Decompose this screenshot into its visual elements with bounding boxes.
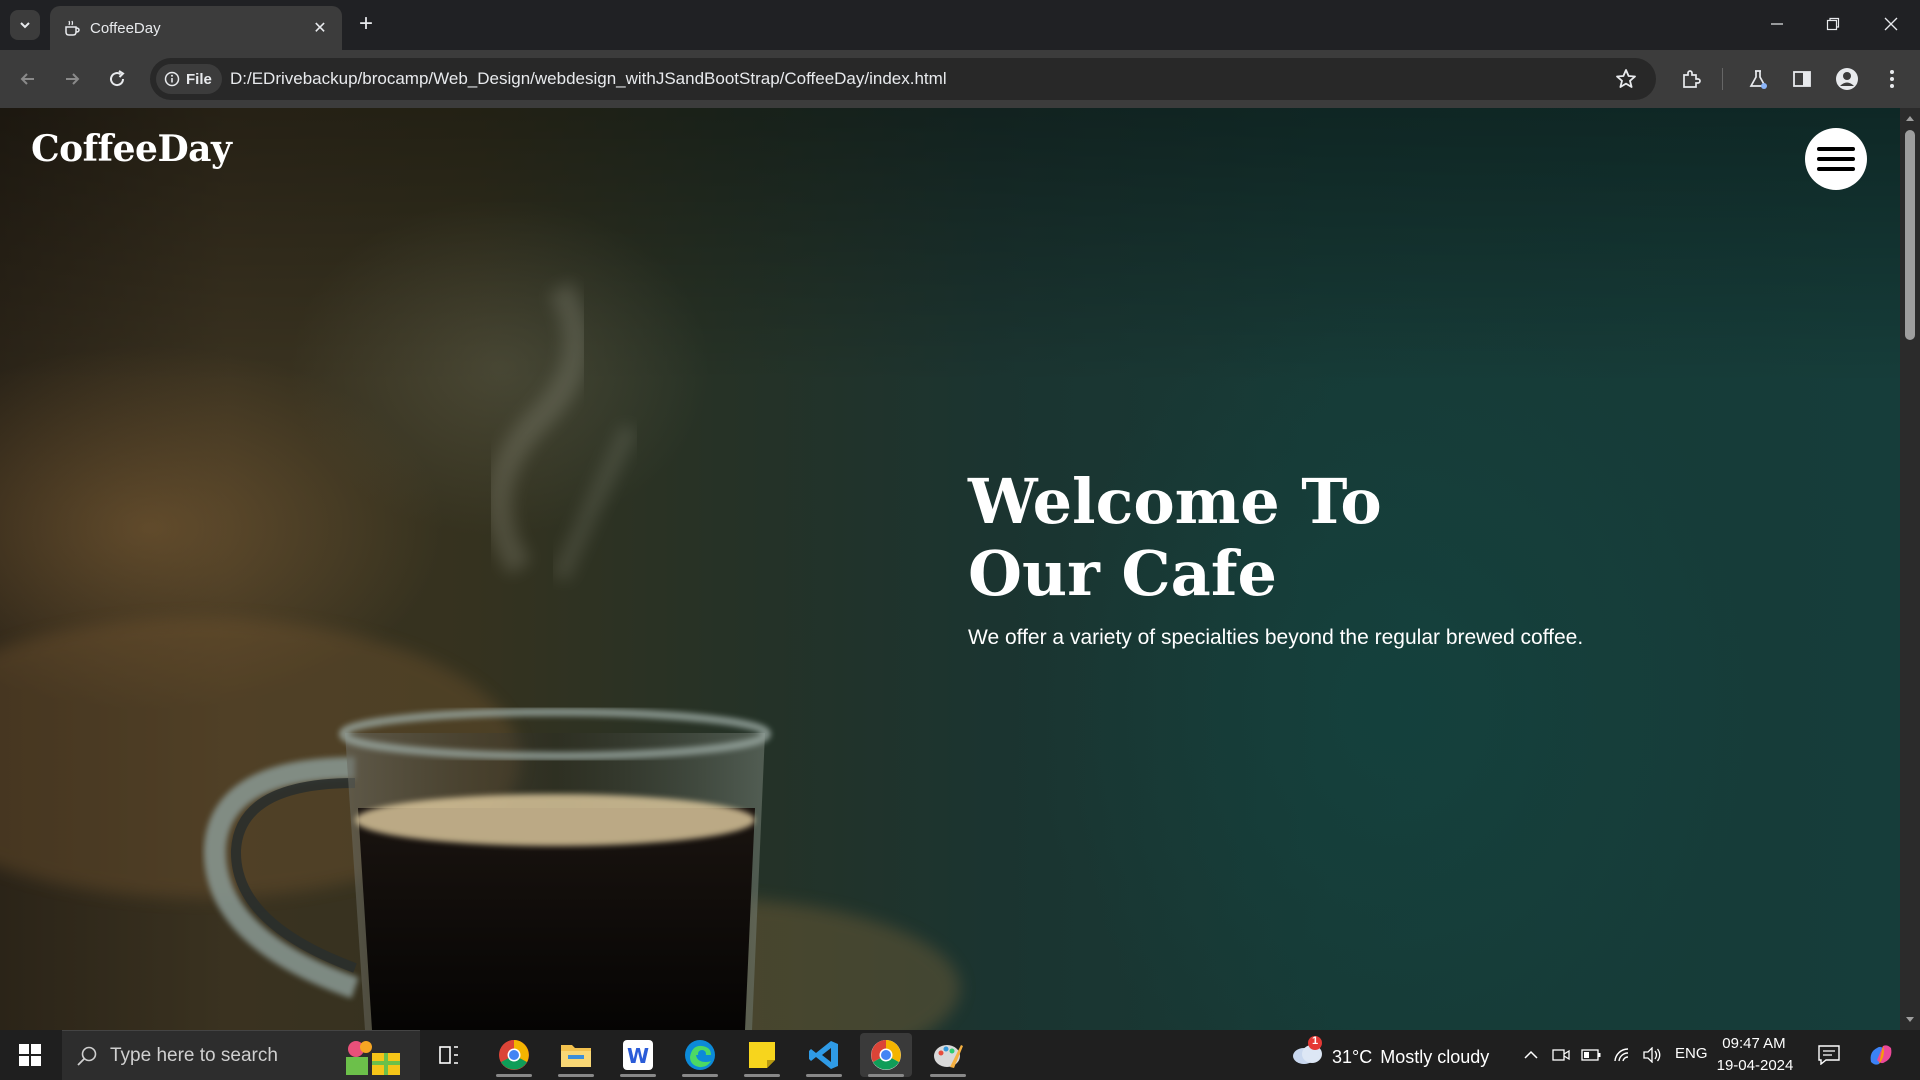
labs-button[interactable]	[1744, 65, 1772, 93]
file-explorer-icon	[561, 1045, 591, 1067]
hero-title: Welcome To Our Cafe	[968, 466, 1668, 610]
taskbar-vscode[interactable]	[798, 1033, 850, 1077]
speaker-icon	[1643, 1047, 1661, 1063]
kebab-menu-icon	[1890, 70, 1894, 88]
info-icon	[164, 71, 180, 87]
forward-button[interactable]	[58, 65, 86, 93]
brand-logo[interactable]: CoffeeDay	[31, 128, 232, 170]
hamburger-menu-button[interactable]	[1805, 128, 1867, 190]
taskbar-search-box[interactable]: Type here to search	[62, 1030, 420, 1080]
scroll-down-arrow-icon[interactable]	[1905, 1016, 1915, 1024]
sticky-notes-icon	[749, 1042, 775, 1068]
chrome-dev-icon	[871, 1040, 901, 1070]
weather-alert-badge: 1	[1311, 1035, 1319, 1047]
minimize-icon	[1771, 23, 1783, 25]
weather-widget[interactable]: 1 31°C Mostly cloudy	[1290, 1035, 1490, 1072]
gift-highlights-icon[interactable]	[338, 1037, 410, 1077]
tab-search-button[interactable]	[10, 10, 40, 40]
copilot-icon	[1870, 1045, 1892, 1065]
input-language[interactable]: ENG	[1675, 1045, 1708, 1062]
chevron-down-icon	[20, 22, 30, 29]
start-button[interactable]	[0, 1030, 60, 1080]
toolbar-divider	[1722, 68, 1723, 90]
edge-icon	[685, 1040, 715, 1070]
page-scrollbar[interactable]	[1900, 108, 1920, 1030]
hero-subtitle: We offer a variety of specialties beyond…	[968, 626, 1584, 649]
taskbar-chrome-dev[interactable]	[860, 1033, 912, 1077]
browser-tab-active[interactable]: CoffeeDay ✕	[50, 6, 342, 50]
profile-avatar-icon	[1836, 68, 1858, 90]
windows-taskbar: Type here to search W 1 31°C Mostly clou…	[0, 1030, 1920, 1080]
extensions-button[interactable]	[1677, 65, 1705, 93]
flask-icon	[1749, 70, 1767, 89]
taskbar-paint[interactable]	[922, 1033, 974, 1077]
profile-button[interactable]	[1833, 65, 1861, 93]
search-placeholder: Type here to search	[110, 1045, 278, 1066]
side-panel-icon	[1793, 71, 1811, 87]
browser-tab-strip: CoffeeDay ✕ +	[0, 0, 1920, 50]
hamburger-icon	[1817, 147, 1855, 171]
restore-icon	[1826, 17, 1840, 31]
paint-icon	[934, 1045, 963, 1068]
clock-time[interactable]: 09:47 AM	[1722, 1035, 1786, 1052]
tab-title: CoffeeDay	[90, 20, 161, 37]
chevron-up-icon	[1524, 1050, 1538, 1059]
coffeeday-hero-page: CoffeeDay Welcome To Our Cafe We offer a…	[0, 108, 1900, 1030]
restore-window-button[interactable]	[1818, 12, 1848, 36]
side-panel-button[interactable]	[1788, 65, 1816, 93]
url-text[interactable]: D:/EDrivebackup/brocamp/Web_Design/webde…	[230, 69, 947, 89]
tray-network[interactable]	[1612, 1044, 1634, 1066]
camera-icon	[1552, 1049, 1570, 1061]
scroll-up-arrow-icon[interactable]	[1905, 114, 1915, 122]
copilot-button[interactable]	[1866, 1044, 1896, 1066]
taskbar-edge[interactable]	[674, 1033, 726, 1077]
reload-icon	[110, 70, 125, 87]
wifi-icon	[1614, 1048, 1629, 1062]
taskbar-file-explorer[interactable]	[550, 1033, 602, 1077]
notification-center-button[interactable]	[1818, 1044, 1840, 1066]
browser-toolbar: File D:/EDrivebackup/brocamp/Web_Design/…	[0, 50, 1920, 108]
taskbar-chrome[interactable]	[488, 1033, 540, 1077]
arrow-left-icon	[20, 73, 34, 85]
reload-button[interactable]	[103, 65, 131, 93]
tray-battery[interactable]	[1580, 1044, 1602, 1066]
weather-temperature: 31°C	[1332, 1046, 1373, 1067]
search-icon	[77, 1046, 97, 1066]
cloudy-weather-icon: 1	[1290, 1035, 1324, 1066]
windows-logo-icon	[19, 1044, 41, 1066]
tray-volume[interactable]	[1641, 1044, 1663, 1066]
file-scheme-label: File	[186, 70, 212, 88]
back-button[interactable]	[14, 65, 42, 93]
new-tab-button[interactable]: +	[354, 12, 378, 36]
site-info-chip[interactable]: File	[156, 64, 222, 94]
taskbar-sticky-notes[interactable]	[736, 1033, 788, 1077]
taskbar-word[interactable]: W	[612, 1033, 664, 1077]
hero-title-line-2: Our Cafe	[968, 537, 1277, 610]
task-view-button[interactable]	[424, 1033, 476, 1077]
svg-text:W: W	[627, 1044, 649, 1068]
close-tab-icon[interactable]: ✕	[310, 18, 330, 38]
coffee-cup-icon	[65, 20, 80, 36]
tray-meet-now[interactable]	[1550, 1044, 1572, 1066]
battery-icon	[1581, 1049, 1601, 1061]
arrow-right-icon	[66, 73, 80, 85]
close-window-button[interactable]	[1876, 12, 1906, 36]
word-icon: W	[623, 1040, 653, 1070]
vscode-icon	[809, 1041, 838, 1069]
bookmark-star-icon[interactable]	[1614, 67, 1638, 91]
minimize-window-button[interactable]	[1762, 12, 1792, 36]
scrollbar-thumb[interactable]	[1905, 130, 1915, 340]
task-view-icon	[439, 1046, 458, 1064]
puzzle-icon	[1683, 70, 1701, 88]
hero-title-line-1: Welcome To	[968, 465, 1382, 538]
show-hidden-icons-button[interactable]	[1520, 1044, 1542, 1066]
weather-condition: Mostly cloudy	[1380, 1046, 1490, 1067]
close-icon	[1884, 17, 1898, 31]
browser-menu-button[interactable]	[1878, 65, 1906, 93]
notification-icon	[1818, 1045, 1840, 1065]
address-bar[interactable]: File D:/EDrivebackup/brocamp/Web_Design/…	[150, 58, 1656, 100]
chrome-icon	[499, 1040, 529, 1070]
clock-date[interactable]: 19-04-2024	[1714, 1057, 1796, 1074]
